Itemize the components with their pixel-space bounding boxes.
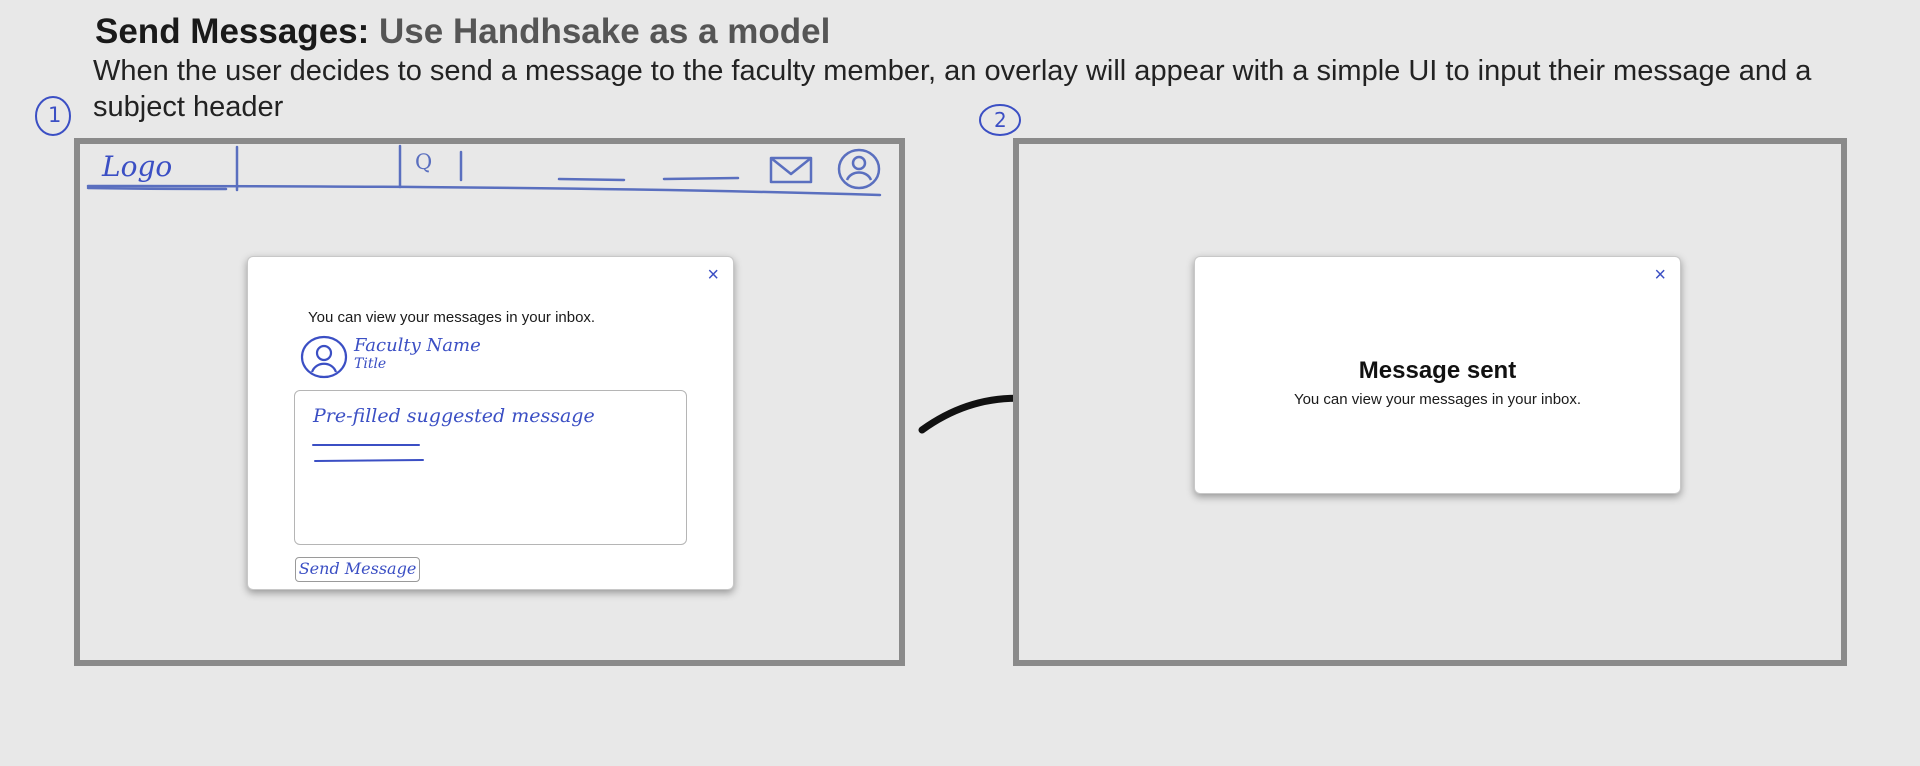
send-message-button[interactable]: Send Message [295, 557, 420, 582]
message-sent-overlay: × Message sent You can view your message… [1194, 256, 1681, 494]
profile-icon[interactable] [837, 148, 881, 190]
inbox-info-text: You can view your messages in your inbox… [308, 309, 596, 326]
faculty-name: Faculty Name [354, 335, 481, 356]
step-number: 2 [994, 108, 1007, 132]
page-description: When the user decides to send a message … [93, 55, 1812, 123]
avatar-icon [300, 335, 348, 379]
prefilled-message: Pre-filled suggested message [313, 405, 595, 427]
compose-message-overlay: × You can view your messages in your inb… [247, 256, 734, 590]
sketch-header-lines [86, 144, 882, 197]
title-main: Send Messages: [95, 12, 370, 51]
step-marker-2: 2 [978, 103, 1022, 138]
step-marker-1: 1 [34, 95, 72, 137]
close-icon[interactable]: × [707, 265, 719, 285]
text-placeholder-lines [312, 444, 424, 462]
mail-icon[interactable] [769, 156, 813, 184]
search-icon[interactable]: Q [415, 150, 432, 174]
close-icon[interactable]: × [1654, 265, 1666, 285]
page-title: Send Messages: Use Handhsake as a model [95, 12, 830, 52]
title-accent: Use Handhsake as a model [379, 12, 831, 51]
faculty-card: Faculty Name Title [300, 335, 500, 379]
step-number: 1 [48, 103, 62, 127]
confirmation-title: Message sent [1358, 357, 1517, 384]
message-textarea[interactable]: Pre-filled suggested message [294, 390, 687, 545]
faculty-title: Title [354, 356, 387, 372]
confirmation-body: You can view your messages in your inbox… [1293, 391, 1582, 408]
